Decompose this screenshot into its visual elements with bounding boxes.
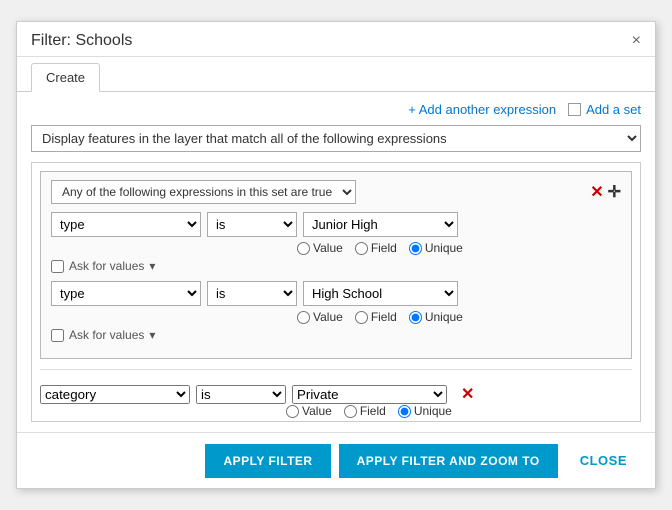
outer-expr-row: category is Private ✕ bbox=[40, 384, 632, 404]
set-icons: ✕ ✛ bbox=[590, 182, 621, 202]
tab-bar: Create bbox=[17, 57, 655, 92]
tab-create[interactable]: Create bbox=[31, 63, 100, 92]
top-actions: Add another expression Add a set bbox=[31, 102, 641, 117]
outer-expr-icons: ✕ bbox=[453, 384, 474, 404]
apply-filter-zoom-button[interactable]: Apply Filter and Zoom To bbox=[339, 444, 558, 478]
radio-unique-outer[interactable]: Unique bbox=[398, 404, 452, 418]
dialog-title: Filter: Schools bbox=[31, 32, 132, 50]
ask-label-2: Ask for values bbox=[69, 328, 144, 342]
radio-value-2[interactable]: Value bbox=[297, 310, 343, 324]
radio-field-1[interactable]: Field bbox=[355, 241, 397, 255]
ask-checkbox-1[interactable] bbox=[51, 260, 64, 273]
expr-op-1[interactable]: is bbox=[207, 212, 297, 237]
radio-value-outer[interactable]: Value bbox=[286, 404, 332, 418]
dialog-header: Filter: Schools × bbox=[17, 22, 655, 57]
expr-field-1[interactable]: type bbox=[51, 212, 201, 237]
separator bbox=[40, 369, 632, 370]
radio-row-2: Value Field Unique bbox=[297, 310, 621, 324]
main-expression-select[interactable]: Display features in the layer that match… bbox=[31, 125, 641, 152]
radio-field-2[interactable]: Field bbox=[355, 310, 397, 324]
set-logic-select[interactable]: Any of the following expressions in this… bbox=[51, 180, 356, 204]
expr-op-2[interactable]: is bbox=[207, 281, 297, 306]
radio-value-1[interactable]: Value bbox=[297, 241, 343, 255]
add-set-label: Add a set bbox=[586, 102, 641, 117]
set-move-icon[interactable]: ✛ bbox=[608, 182, 621, 202]
expression-row-2: type is High School bbox=[51, 281, 621, 306]
radio-row-outer: Value Field Unique bbox=[286, 404, 632, 418]
ask-row-1: Ask for values ▾ bbox=[51, 259, 621, 273]
outer-expression-section: category is Private ✕ Value bbox=[40, 378, 632, 422]
radio-field-outer[interactable]: Field bbox=[344, 404, 386, 418]
add-set-area[interactable]: Add a set bbox=[568, 102, 641, 117]
ask-row-2: Ask for values ▾ bbox=[51, 328, 621, 342]
radio-unique-2[interactable]: Unique bbox=[409, 310, 463, 324]
dialog-body: Add another expression Add a set Display… bbox=[17, 92, 655, 432]
set-container: Any of the following expressions in this… bbox=[40, 171, 632, 359]
set-delete-icon[interactable]: ✕ bbox=[590, 182, 603, 202]
outer-expr-field[interactable]: category bbox=[40, 385, 190, 404]
close-x-button[interactable]: × bbox=[632, 33, 641, 49]
filter-dialog: Filter: Schools × Create Add another exp… bbox=[16, 21, 656, 489]
dialog-footer: Apply Filter Apply Filter and Zoom To Cl… bbox=[17, 432, 655, 488]
ask-label-1: Ask for values bbox=[69, 259, 144, 273]
apply-filter-button[interactable]: Apply Filter bbox=[205, 444, 330, 478]
add-set-checkbox[interactable] bbox=[568, 103, 581, 116]
radio-row-1: Value Field Unique bbox=[297, 241, 621, 255]
ask-checkbox-2[interactable] bbox=[51, 329, 64, 342]
outer-expr-delete-icon[interactable]: ✕ bbox=[461, 384, 474, 404]
expr-field-2[interactable]: type bbox=[51, 281, 201, 306]
expression-row-1: type is Junior High bbox=[51, 212, 621, 237]
add-expression-link[interactable]: Add another expression bbox=[408, 102, 556, 117]
ask-filter-icon-1: ▾ bbox=[149, 259, 155, 273]
close-button[interactable]: Close bbox=[566, 443, 641, 478]
main-dropdown-row: Display features in the layer that match… bbox=[31, 125, 641, 152]
expr-val-1[interactable]: Junior High bbox=[303, 212, 458, 237]
set-header: Any of the following expressions in this… bbox=[51, 180, 621, 204]
scrollable-content[interactable]: Any of the following expressions in this… bbox=[31, 162, 641, 422]
expr-val-2[interactable]: High School bbox=[303, 281, 458, 306]
outer-expr-op[interactable]: is bbox=[196, 385, 286, 404]
radio-unique-1[interactable]: Unique bbox=[409, 241, 463, 255]
outer-expr-val[interactable]: Private bbox=[292, 385, 447, 404]
ask-filter-icon-2: ▾ bbox=[149, 328, 155, 342]
